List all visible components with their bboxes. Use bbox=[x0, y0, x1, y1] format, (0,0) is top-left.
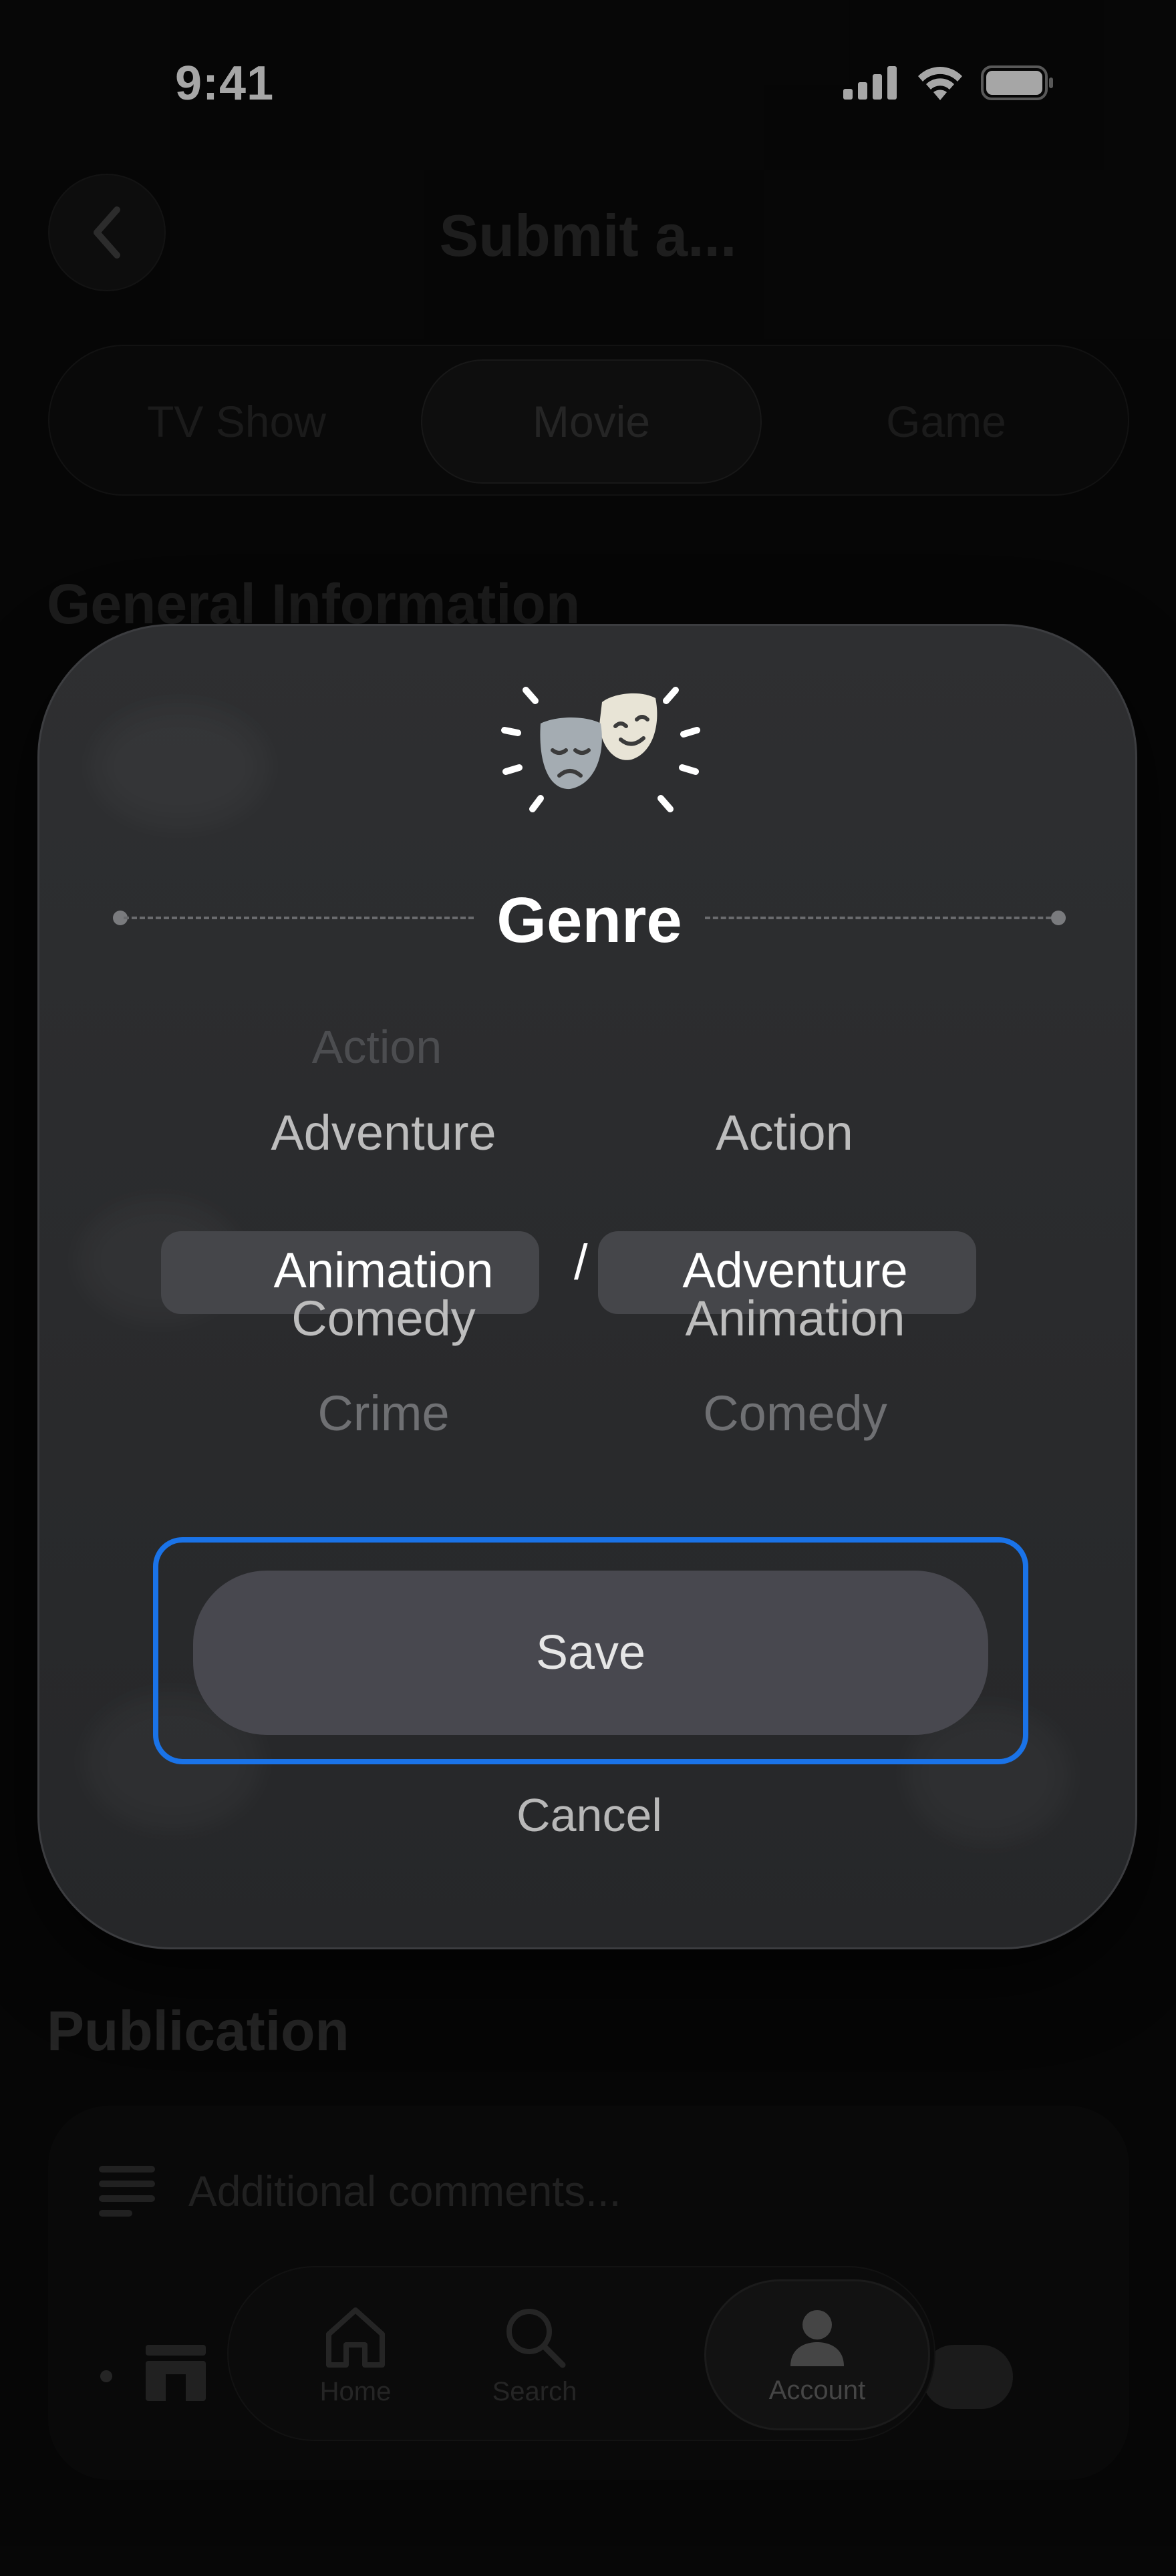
save-button[interactable]: Save bbox=[193, 1571, 988, 1735]
picker-item[interactable]: Comedy bbox=[194, 1290, 573, 1347]
genre-modal: Genre Action Adventure Animation Comedy … bbox=[37, 624, 1137, 1949]
picker-item[interactable]: Action bbox=[595, 1104, 974, 1161]
picker-item[interactable]: Animation bbox=[606, 1290, 984, 1347]
modal-title: Genre bbox=[496, 884, 682, 956]
genre-header: Genre bbox=[39, 884, 1135, 956]
picker-item[interactable]: Crime bbox=[194, 1385, 573, 1442]
cancel-button[interactable]: Cancel bbox=[39, 1788, 1135, 1842]
picker-item[interactable]: Action bbox=[188, 1020, 566, 1074]
decorative-blob bbox=[93, 706, 267, 826]
picker-separator: / bbox=[574, 1235, 588, 1290]
theater-masks-icon bbox=[501, 687, 700, 812]
picker-item[interactable]: Adventure bbox=[194, 1104, 573, 1161]
divider-dot bbox=[1051, 911, 1066, 925]
picker-item[interactable]: Comedy bbox=[606, 1385, 984, 1442]
divider-line bbox=[705, 917, 1059, 919]
